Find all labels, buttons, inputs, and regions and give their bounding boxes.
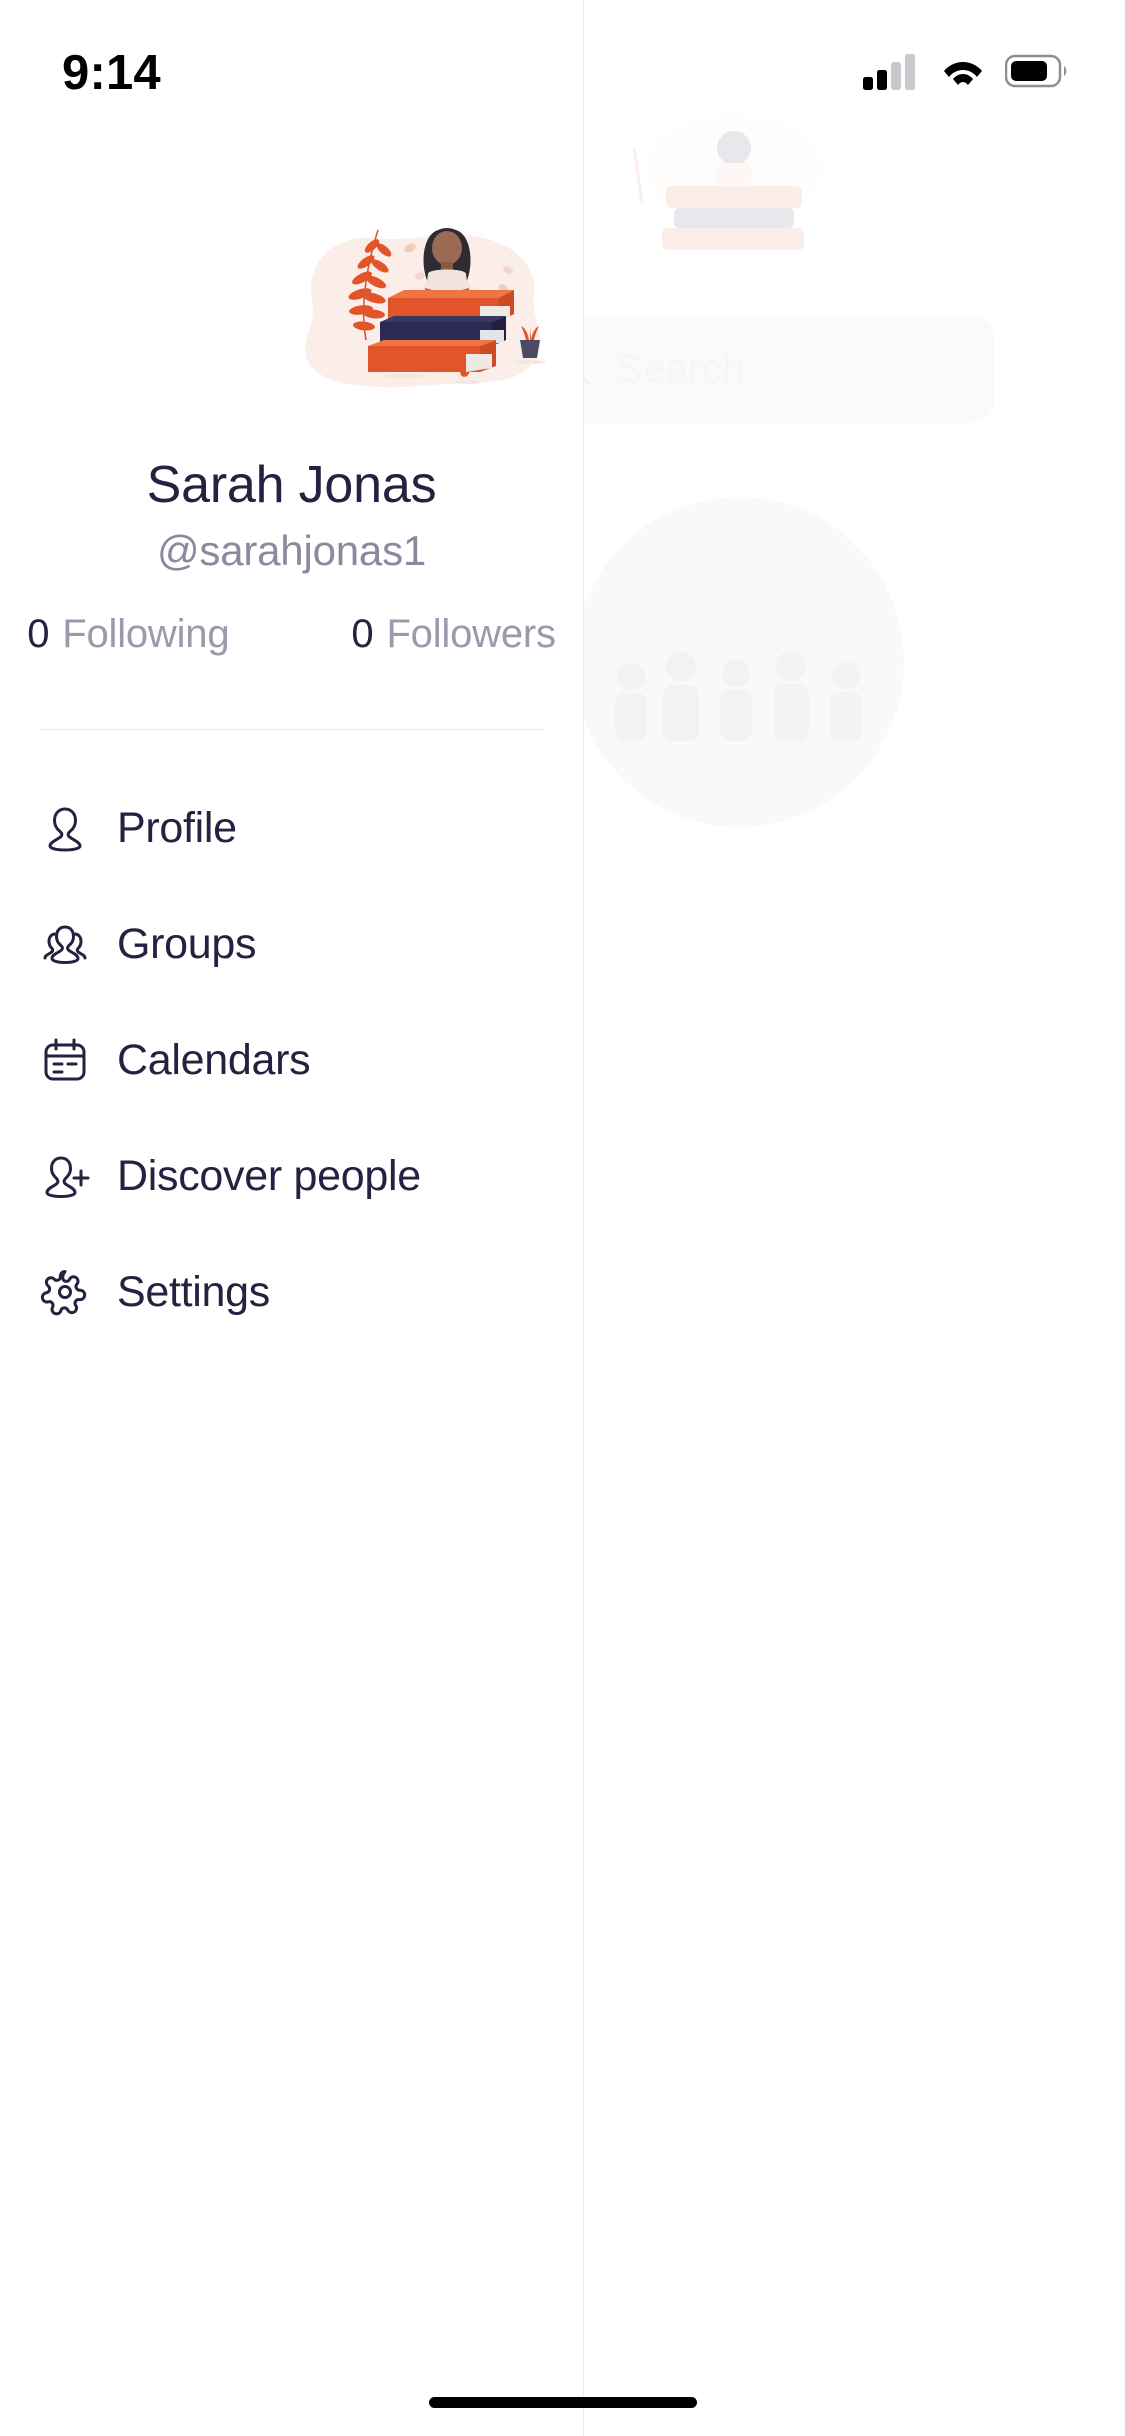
background-search-placeholder: Search	[616, 346, 746, 391]
stat-followers[interactable]: 0 Followers	[351, 612, 556, 657]
gear-icon	[38, 1265, 92, 1319]
following-label: Following	[62, 612, 230, 656]
menu-label-profile: Profile	[117, 803, 237, 852]
profile-handle: @sarahjonas1	[156, 527, 427, 574]
background-search-field[interactable]: Search	[584, 315, 994, 423]
profile-stats: 0 Following 0 Followers	[0, 612, 583, 657]
profile-illustration	[180, 190, 580, 410]
home-indicator[interactable]	[428, 2397, 697, 2408]
app-screen: Search Sarah Jonas @sarahjonas1 0 Follow…	[0, 0, 1125, 2436]
person-add-icon	[38, 1149, 92, 1203]
stat-following[interactable]: 0 Following	[27, 612, 229, 657]
background-panel[interactable]: Search	[583, 0, 1125, 2436]
header-divider	[40, 729, 543, 730]
people-group-icon	[38, 917, 92, 971]
menu-item-profile[interactable]: Profile	[0, 770, 583, 886]
background-avatar-circle[interactable]	[584, 497, 904, 827]
followers-label: Followers	[386, 612, 556, 656]
followers-count: 0	[351, 612, 374, 656]
search-icon	[584, 345, 594, 394]
menu-label-groups: Groups	[117, 919, 257, 968]
following-count: 0	[27, 612, 50, 656]
menu-item-settings[interactable]: Settings	[0, 1234, 583, 1350]
background-people-illustration	[596, 639, 886, 749]
menu-item-groups[interactable]: Groups	[0, 886, 583, 1002]
calendar-icon	[38, 1033, 92, 1087]
menu-label-settings: Settings	[117, 1267, 270, 1316]
background-book-stack-illustration	[604, 108, 864, 258]
menu-label-calendars: Calendars	[117, 1035, 311, 1084]
menu-label-discover-people: Discover people	[117, 1151, 421, 1200]
profile-name: Sarah Jonas	[146, 456, 437, 514]
menu-item-discover-people[interactable]: Discover people	[0, 1118, 583, 1234]
navigation-drawer: Sarah Jonas @sarahjonas1 0 Following 0 F…	[0, 0, 583, 2436]
person-icon	[38, 801, 92, 855]
menu-item-calendars[interactable]: Calendars	[0, 1002, 583, 1118]
drawer-menu: Profile Groups Calendars Discover people…	[0, 770, 583, 1350]
